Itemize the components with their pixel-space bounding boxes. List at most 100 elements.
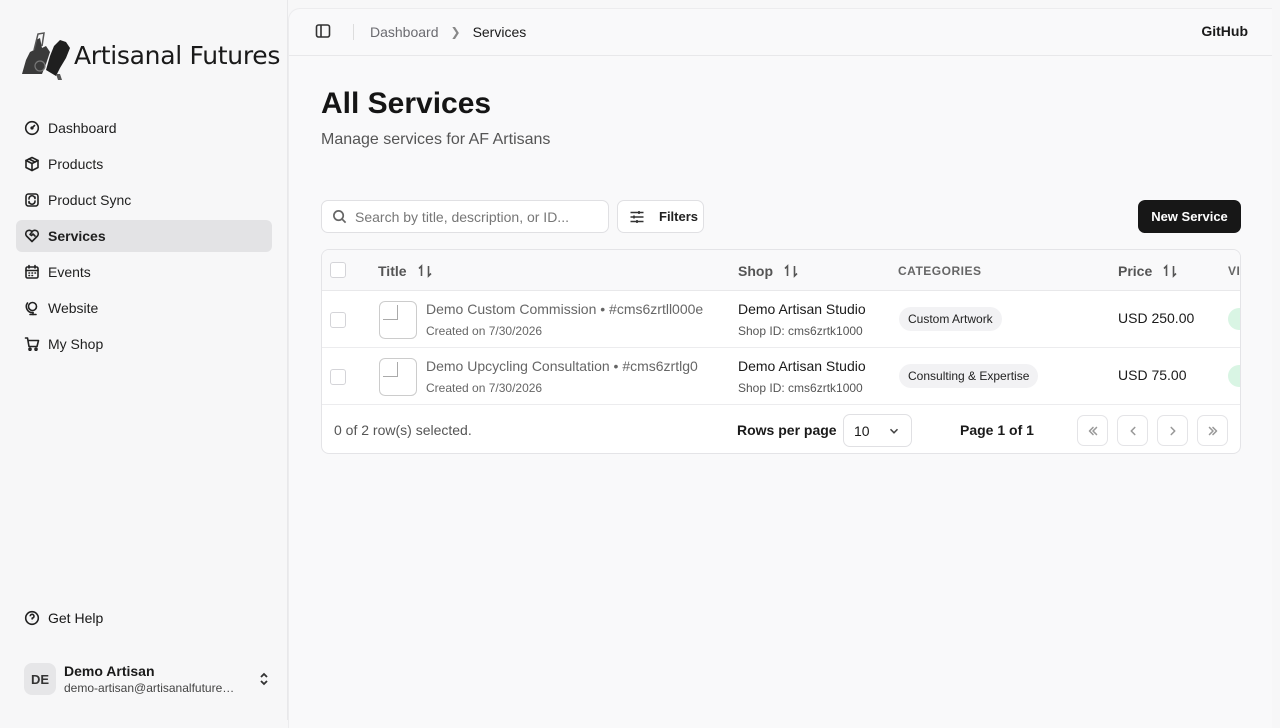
service-thumbnail: [379, 301, 417, 339]
sidebar-item-product-sync[interactable]: Product Sync: [16, 184, 272, 216]
search-icon: [333, 210, 347, 224]
divider: [353, 24, 354, 40]
brand-logo[interactable]: Artisanal Futures: [16, 30, 280, 80]
shop-id: Shop ID: cms6zrtk1000: [738, 381, 863, 395]
sidebar-item-label: Events: [48, 264, 91, 280]
services-table: Title Shop CATEGORIES Price VI Demo Cust…: [321, 249, 1241, 454]
sidebar-toggle-button[interactable]: [315, 23, 331, 42]
column-shop-header[interactable]: Shop: [738, 250, 799, 291]
service-title[interactable]: Demo Custom Commission • #cms6zrtll000e: [426, 301, 722, 317]
sidebar-item-label: Website: [48, 300, 99, 316]
service-created-date: Created on 7/30/2026: [426, 381, 543, 395]
sidebar-item-label: Product Sync: [48, 192, 132, 208]
page-title: All Services: [321, 87, 492, 120]
service-created-date: Created on 7/30/2026: [426, 324, 543, 338]
column-categories-label: CATEGORIES: [898, 263, 982, 278]
shop-name: Demo Artisan Studio: [738, 301, 866, 317]
main-content: Dashboard ❯ Services GitHub All Services…: [288, 8, 1272, 728]
get-help-label: Get Help: [48, 610, 104, 626]
chevron-left-icon: [1129, 426, 1136, 435]
service-price: USD 75.00: [1118, 367, 1187, 383]
column-shop-label: Shop: [738, 262, 773, 279]
select-all-checkbox[interactable]: [330, 262, 346, 278]
filters-label: Filters: [659, 209, 699, 224]
sidebar-item-products[interactable]: Products: [16, 148, 272, 180]
shop-name: Demo Artisan Studio: [738, 358, 866, 374]
filters-button[interactable]: Filters: [617, 200, 704, 233]
column-title-label: Title: [378, 262, 407, 279]
chevron-right-icon: ❯: [450, 25, 461, 39]
table-footer: 0 of 2 row(s) selected. Rows per page 10…: [322, 406, 1240, 453]
table-row[interactable]: Demo Custom Commission • #cms6zrtll000e …: [322, 291, 1240, 348]
sync-icon: [25, 193, 39, 207]
page-subtitle: Manage services for AF Artisans: [321, 131, 551, 148]
next-page-button[interactable]: [1157, 415, 1188, 446]
sidebar-panel-icon: [315, 23, 331, 38]
sidebar-item-website[interactable]: Website: [16, 292, 272, 324]
sidebar-item-label: Dashboard: [48, 120, 117, 136]
sidebar-item-label: Products: [48, 156, 104, 172]
visibility-badge: [1228, 365, 1240, 387]
sort-icon: [784, 263, 798, 278]
user-email: demo-artisan@artisanalfutures.org: [64, 681, 236, 695]
sidebar-item-my-shop[interactable]: My Shop: [16, 328, 272, 360]
category-badge: Custom Artwork: [899, 307, 1002, 331]
sidebar: Artisanal Futures Dashboard Products Pro…: [0, 0, 288, 720]
sidebar-nav: Dashboard Products Product Sync Services…: [16, 112, 272, 364]
row-checkbox[interactable]: [330, 312, 346, 328]
service-price: USD 250.00: [1118, 310, 1195, 326]
sliders-icon: [630, 210, 644, 223]
column-price-header[interactable]: Price: [1118, 250, 1178, 291]
chevron-down-icon: [889, 428, 899, 434]
column-visibility-header: VI: [1228, 250, 1240, 291]
sidebar-item-events[interactable]: Events: [16, 256, 272, 288]
column-title-header[interactable]: Title: [378, 250, 433, 291]
first-page-button[interactable]: [1077, 415, 1108, 446]
sort-icon: [417, 263, 432, 278]
github-link[interactable]: GitHub: [1201, 23, 1248, 39]
table-row[interactable]: Demo Upcycling Consultation • #cms6zrtlg…: [322, 348, 1240, 405]
service-thumbnail: [379, 358, 417, 396]
breadcrumb-dashboard[interactable]: Dashboard: [370, 24, 439, 40]
user-menu[interactable]: DE Demo Artisan demo-artisan@artisanalfu…: [24, 660, 272, 698]
column-visibility-label: VI: [1228, 263, 1241, 278]
column-categories-header: CATEGORIES: [898, 250, 981, 291]
gauge-icon: [24, 120, 40, 136]
package-icon: [25, 156, 39, 172]
get-help-link[interactable]: Get Help: [24, 610, 103, 626]
rows-per-page-label: Rows per page: [737, 422, 837, 438]
heart-handshake-icon: [24, 229, 40, 243]
chevrons-up-down-icon: [260, 672, 268, 686]
calendar-icon: [25, 264, 39, 279]
visibility-badge: [1228, 308, 1240, 330]
chevrons-right-icon: [1208, 426, 1217, 435]
table-header: Title Shop CATEGORIES Price VI: [322, 250, 1240, 291]
globe-stand-icon: [25, 301, 38, 316]
shop-id: Shop ID: cms6zrtk1000: [738, 324, 863, 338]
sidebar-item-services[interactable]: Services: [16, 220, 272, 252]
column-price-label: Price: [1118, 262, 1153, 279]
service-title[interactable]: Demo Upcycling Consultation • #cms6zrtlg…: [426, 358, 722, 374]
top-bar: Dashboard ❯ Services GitHub: [289, 9, 1272, 56]
chevrons-left-icon: [1088, 426, 1097, 435]
user-info: Demo Artisan demo-artisan@artisanalfutur…: [64, 662, 248, 696]
brand-name: Artisanal Futures: [74, 40, 281, 70]
sidebar-item-label: Services: [48, 228, 106, 244]
breadcrumb-services: Services: [472, 24, 527, 40]
page-indicator: Page 1 of 1: [960, 422, 1034, 438]
search-input[interactable]: [355, 208, 595, 225]
chevron-right-icon: [1169, 426, 1176, 435]
selected-count: 0 of 2 row(s) selected.: [334, 422, 472, 438]
search-box[interactable]: [321, 200, 609, 233]
last-page-button[interactable]: [1197, 415, 1228, 446]
help-circle-icon: [24, 610, 40, 626]
new-service-button[interactable]: New Service: [1138, 200, 1241, 233]
sidebar-item-dashboard[interactable]: Dashboard: [16, 112, 272, 144]
avatar: DE: [24, 663, 56, 695]
sidebar-item-label: My Shop: [48, 336, 104, 352]
previous-page-button[interactable]: [1117, 415, 1148, 446]
rows-per-page-select[interactable]: 10: [843, 414, 912, 447]
row-checkbox[interactable]: [330, 369, 346, 385]
hands-logo-icon: [22, 32, 70, 80]
user-name: Demo Artisan: [64, 663, 155, 679]
